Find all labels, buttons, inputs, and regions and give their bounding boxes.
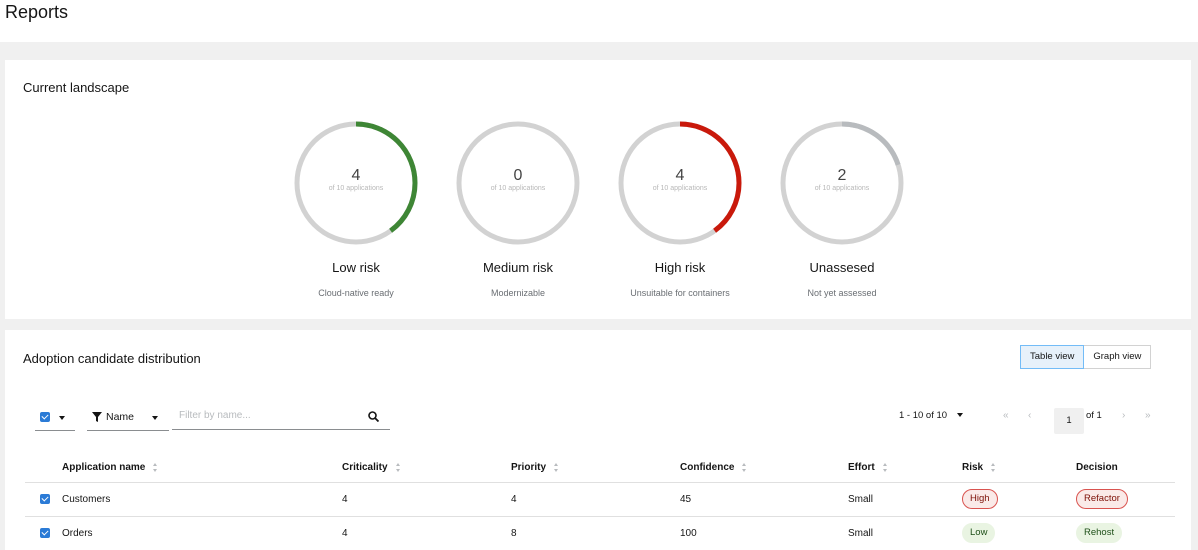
donut-label: Unassesed bbox=[809, 260, 875, 275]
column-header-application-name[interactable]: Application name bbox=[62, 462, 158, 473]
next-page-icon[interactable]: › bbox=[1122, 410, 1125, 421]
page-header: Reports bbox=[0, 0, 1198, 42]
column-header-priority[interactable]: Priority bbox=[511, 462, 559, 473]
column-header-effort[interactable]: Effort bbox=[848, 462, 887, 473]
page-count: of 1 bbox=[1086, 410, 1102, 421]
column-header-decision: Decision bbox=[1076, 462, 1118, 473]
adoption-candidate-card: Adoption candidate distribution Table vi… bbox=[5, 330, 1191, 550]
chevron-down-icon bbox=[59, 416, 65, 420]
last-page-icon[interactable]: » bbox=[1145, 410, 1151, 421]
column-header-risk[interactable]: Risk bbox=[962, 462, 996, 473]
donut-value: 4 bbox=[351, 167, 361, 184]
column-header-label: Confidence bbox=[680, 462, 735, 473]
decision-badge: Rehost bbox=[1076, 523, 1123, 543]
column-header-label: Decision bbox=[1076, 462, 1118, 473]
filter-by-name-input[interactable] bbox=[179, 410, 359, 421]
adoption-title: Adoption candidate distribution bbox=[23, 351, 201, 366]
table-view-button[interactable]: Table view bbox=[1020, 345, 1085, 369]
column-header-label: Criticality bbox=[342, 462, 388, 473]
filter-attribute-label: Name bbox=[106, 411, 135, 423]
donut-subtext: of 10 applications bbox=[490, 185, 546, 192]
cell-application-name: Customers bbox=[62, 494, 111, 505]
row-select-checkbox[interactable] bbox=[40, 494, 50, 504]
page-title: Reports bbox=[5, 2, 69, 22]
donut-subtext: of 10 applications bbox=[328, 185, 384, 192]
first-page-icon[interactable]: « bbox=[1003, 410, 1009, 421]
bulk-select-checkbox[interactable] bbox=[40, 412, 50, 422]
previous-page-icon[interactable]: ‹ bbox=[1028, 410, 1031, 421]
donut-description: Not yet assessed bbox=[807, 288, 877, 298]
cell-priority: 4 bbox=[511, 494, 517, 505]
donut-subtext: of 10 applications bbox=[814, 185, 870, 192]
pagination-range-toggle[interactable]: 1 - 10 of 10 bbox=[899, 410, 963, 421]
column-header-confidence[interactable]: Confidence bbox=[680, 462, 747, 473]
column-header-label: Risk bbox=[962, 462, 984, 473]
filter-search-box bbox=[172, 404, 390, 430]
sort-icon bbox=[153, 462, 158, 472]
risk-badge: High bbox=[962, 489, 998, 509]
donut-value: 0 bbox=[513, 167, 523, 184]
cell-priority: 8 bbox=[511, 528, 517, 539]
decision-badge: Refactor bbox=[1076, 489, 1128, 509]
bulk-select-dropdown[interactable] bbox=[35, 403, 75, 431]
cell-confidence: 45 bbox=[680, 494, 692, 505]
pagination-range: 1 - 10 of 10 bbox=[899, 410, 948, 421]
sort-icon bbox=[554, 462, 559, 472]
cell-criticality: 4 bbox=[342, 494, 348, 505]
sort-icon bbox=[882, 462, 887, 472]
cell-confidence: 100 bbox=[680, 528, 697, 539]
sort-icon bbox=[395, 462, 400, 472]
column-header-criticality[interactable]: Criticality bbox=[342, 462, 400, 473]
current-landscape-card: Current landscape 4 of 10 applications L… bbox=[5, 60, 1191, 319]
row-select-checkbox[interactable] bbox=[40, 528, 50, 538]
cell-effort: Small bbox=[848, 528, 874, 539]
cell-application-name: Orders bbox=[62, 528, 93, 539]
cell-criticality: 4 bbox=[342, 528, 348, 539]
donut-value: 4 bbox=[675, 167, 685, 184]
cell-effort: Small bbox=[848, 494, 874, 505]
sort-icon bbox=[991, 462, 996, 472]
view-toggle-group: Table view Graph view bbox=[1020, 345, 1152, 369]
sort-icon bbox=[742, 462, 747, 472]
risk-badge: Low bbox=[962, 523, 996, 543]
current-page-input[interactable]: 1 bbox=[1054, 408, 1084, 434]
column-header-label: Application name bbox=[62, 462, 146, 473]
column-header-label: Priority bbox=[511, 462, 547, 473]
graph-view-button[interactable]: Graph view bbox=[1084, 345, 1152, 369]
column-header-label: Effort bbox=[848, 462, 875, 473]
chevron-down-icon bbox=[152, 416, 158, 420]
donut-subtext: of 10 applications bbox=[652, 185, 708, 192]
search-icon[interactable] bbox=[368, 411, 379, 422]
filter-attribute-dropdown[interactable]: Name bbox=[87, 403, 169, 431]
table-row[interactable]: Customers 4 4 45 Small High Refactor bbox=[25, 482, 1175, 516]
chevron-down-icon bbox=[956, 413, 963, 418]
donut-value: 2 bbox=[837, 167, 847, 184]
landscape-title: Current landscape bbox=[23, 80, 130, 95]
table-row[interactable]: Orders 4 8 100 Small Low Rehost bbox=[25, 516, 1175, 550]
filter-icon bbox=[92, 412, 102, 422]
